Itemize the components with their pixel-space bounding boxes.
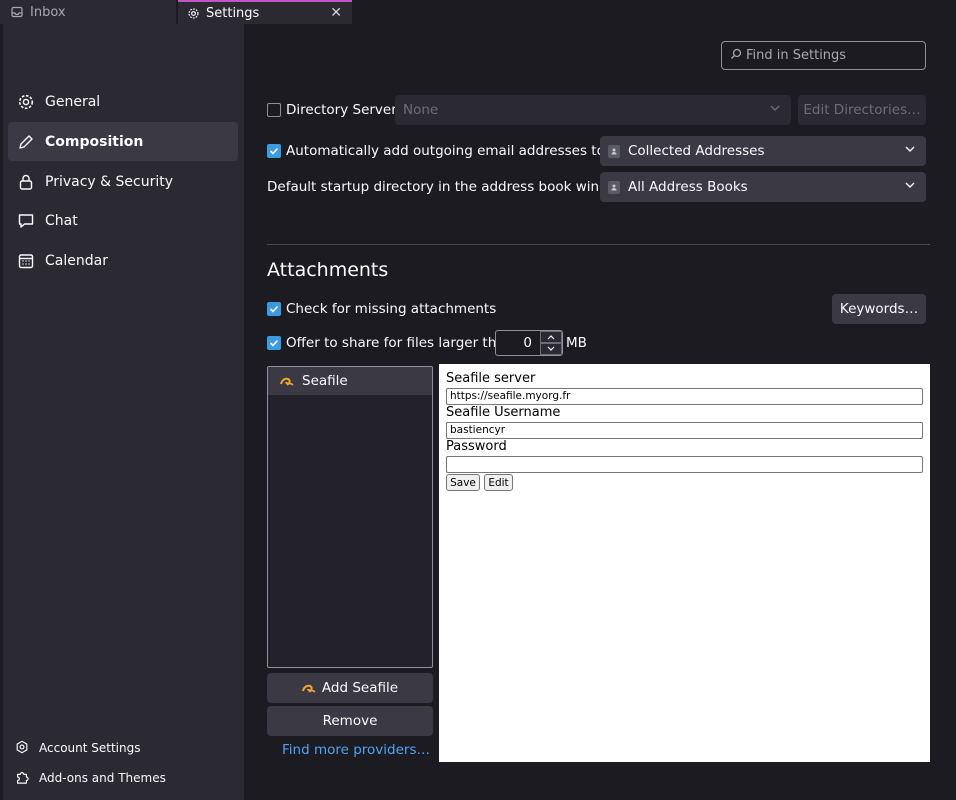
startup-dir-row: Default startup directory in the address…	[267, 178, 631, 196]
address-book-icon	[608, 180, 620, 194]
section-divider	[267, 244, 930, 245]
pencil-icon	[17, 133, 35, 151]
tab-settings-label: Settings	[206, 5, 260, 21]
find-more-providers-link[interactable]: Find more providers…	[282, 742, 430, 758]
sidebar-item-label: Account Settings	[39, 741, 141, 755]
edit-button[interactable]: Edit	[484, 474, 513, 491]
save-button[interactable]: Save	[446, 474, 480, 491]
username-label: Seafile Username	[446, 405, 561, 420]
add-seafile-button[interactable]: Add Seafile	[267, 673, 433, 703]
chevron-down-icon	[904, 179, 916, 195]
directory-server-value: None	[403, 102, 439, 118]
tab-inbox[interactable]: Inbox	[0, 0, 176, 24]
seafile-icon	[280, 376, 294, 386]
offer-share-checkbox[interactable]	[267, 336, 281, 350]
edit-directories-label: Edit Directories…	[803, 102, 921, 118]
chevron-up-icon[interactable]	[540, 331, 562, 343]
seafile-settings-panel: Seafile server https://seafile.myorg.fr …	[439, 364, 930, 762]
gear-icon	[17, 93, 35, 111]
offer-share-label: Offer to share for files larger than	[286, 335, 514, 351]
password-label: Password	[446, 439, 507, 454]
inbox-icon	[10, 5, 24, 19]
sidebar-item-privacy[interactable]: Privacy & Security	[8, 162, 238, 201]
seafile-icon	[301, 683, 316, 693]
edit-directories-button[interactable]: Edit Directories…	[798, 95, 926, 125]
auto-add-select[interactable]: Collected Addresses	[600, 136, 926, 166]
sidebar-item-label: General	[45, 93, 101, 110]
directory-server-select[interactable]: None	[395, 95, 791, 125]
sidebar-item-calendar[interactable]: Calendar	[8, 241, 238, 280]
sidebar-item-chat[interactable]: Chat	[8, 201, 238, 240]
sidebar-item-label: Add-ons and Themes	[39, 771, 166, 785]
add-seafile-label: Add Seafile	[321, 680, 399, 696]
sidebar-item-label: Chat	[45, 212, 78, 229]
sidebar-item-label: Calendar	[45, 252, 108, 269]
close-icon[interactable]: ✕	[330, 5, 342, 21]
directory-server-checkbox[interactable]	[267, 103, 281, 117]
chevron-down-icon[interactable]	[540, 343, 562, 355]
tab-bar: Inbox Settings ✕	[0, 0, 956, 24]
share-unit: MB	[566, 334, 587, 352]
username-field[interactable]: bastiencyr	[446, 422, 923, 439]
chevron-down-icon	[904, 143, 916, 159]
sidebar-item-general[interactable]: General	[8, 82, 238, 121]
missing-attachments-row: Check for missing attachments	[267, 300, 496, 318]
sidebar-item-addons[interactable]: Add-ons and Themes	[15, 770, 166, 786]
share-unit-label: MB	[566, 335, 587, 351]
chevron-down-icon	[769, 102, 781, 118]
share-size-stepper[interactable]: 0	[495, 330, 563, 356]
share-size-value[interactable]: 0	[496, 331, 538, 355]
search-placeholder: Find in Settings	[746, 48, 847, 63]
address-book-icon	[608, 144, 620, 158]
search-icon	[730, 48, 742, 64]
password-field[interactable]	[446, 456, 923, 473]
keywords-button[interactable]: Keywords…	[832, 294, 926, 324]
sidebar-item-label: Composition	[45, 133, 144, 150]
keywords-label: Keywords…	[839, 301, 919, 317]
search-input[interactable]: Find in Settings	[721, 41, 926, 70]
startup-dir-label: Default startup directory in the address…	[267, 179, 631, 195]
sidebar-item-composition[interactable]: Composition	[8, 122, 238, 161]
account-icon	[15, 740, 31, 756]
startup-dir-select[interactable]: All Address Books	[600, 172, 926, 202]
server-label: Seafile server	[446, 371, 536, 386]
remove-button[interactable]: Remove	[267, 706, 433, 736]
sidebar-item-account-settings[interactable]: Account Settings	[15, 740, 140, 756]
provider-label: Seafile	[302, 373, 348, 389]
auto-add-checkbox[interactable]	[267, 144, 281, 158]
auto-add-value: Collected Addresses	[628, 143, 765, 159]
tab-settings[interactable]: Settings ✕	[178, 0, 352, 24]
settings-sidebar: General Composition Privacy & Security C…	[3, 24, 244, 800]
chat-icon	[17, 212, 35, 230]
remove-label: Remove	[322, 713, 378, 729]
directory-server-label: Directory Server:	[286, 102, 402, 118]
missing-attachments-label: Check for missing attachments	[286, 301, 497, 317]
calendar-icon	[17, 252, 35, 270]
startup-dir-value: All Address Books	[628, 179, 748, 195]
provider-list: Seafile	[267, 366, 433, 668]
list-item[interactable]: Seafile	[268, 367, 432, 395]
offer-share-row: Offer to share for files larger than	[267, 334, 513, 352]
server-field[interactable]: https://seafile.myorg.fr	[446, 388, 923, 405]
auto-add-label: Automatically add outgoing email address…	[286, 143, 634, 159]
tab-inbox-label: Inbox	[30, 4, 66, 20]
puzzle-icon	[15, 770, 31, 786]
directory-server-row: Directory Server:	[267, 101, 401, 119]
lock-icon	[17, 173, 35, 191]
missing-attachments-checkbox[interactable]	[267, 302, 281, 316]
gear-icon	[186, 6, 200, 20]
attachments-heading: Attachments	[267, 259, 389, 281]
auto-add-row: Automatically add outgoing email address…	[267, 142, 634, 160]
settings-main: Find in Settings Directory Server: None …	[244, 24, 956, 800]
sidebar-item-label: Privacy & Security	[45, 173, 173, 190]
